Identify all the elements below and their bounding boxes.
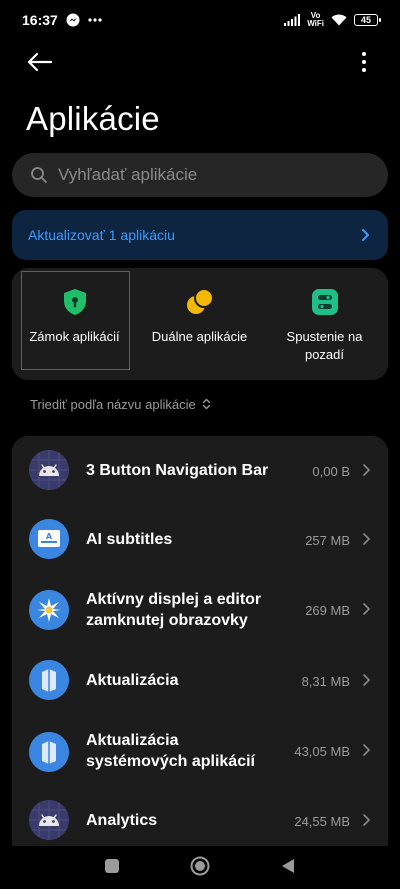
- update-apps-banner[interactable]: Aktualizovať 1 aplikáciu: [12, 210, 388, 260]
- svg-text:A: A: [46, 532, 53, 541]
- lockscreen-icon: [29, 590, 69, 630]
- sort-label: Triediť podľa názvu aplikácie: [30, 396, 196, 412]
- app-name: AI subtitles: [86, 531, 173, 548]
- list-item[interactable]: 3 Button Navigation Bar 0,00 B: [12, 436, 388, 504]
- toolbar: [0, 42, 400, 82]
- battery-icon: 45: [354, 14, 381, 26]
- app-size: 269 MB: [305, 603, 350, 618]
- autostart-icon: [311, 289, 338, 315]
- more-options-icon[interactable]: [356, 48, 372, 76]
- chevron-right-icon: [363, 744, 370, 756]
- highlight-box: [21, 271, 130, 370]
- recents-icon[interactable]: [104, 858, 120, 874]
- app-name: 3 Button Navigation Bar: [86, 462, 269, 479]
- sort-selector[interactable]: Triediť podľa názvu aplikácie: [30, 395, 211, 413]
- sort-arrows-icon: [202, 398, 210, 410]
- chevron-right-icon: [363, 533, 370, 545]
- list-item[interactable]: Aktualizácia 8,31 MB: [12, 648, 388, 716]
- vowifi-indicator: Vo WiFi: [307, 11, 324, 28]
- update-icon: [29, 660, 69, 700]
- list-item[interactable]: Aktualizácia systémových aplikácií 43,05…: [12, 716, 388, 788]
- app-size: 0,00 B: [312, 464, 350, 479]
- autostart-shortcut[interactable]: Spustenie na pozadí: [262, 268, 387, 380]
- search-placeholder: Vyhľadať aplikácie: [58, 165, 198, 184]
- android-icon: [29, 450, 69, 490]
- app-size: 257 MB: [305, 533, 350, 548]
- status-bar: 16:37 Vo WiFi 45: [0, 0, 400, 40]
- home-icon[interactable]: [190, 856, 210, 876]
- search-input[interactable]: Vyhľadať aplikácie: [12, 153, 388, 197]
- android-icon: [29, 800, 69, 840]
- app-size: 8,31 MB: [301, 674, 350, 689]
- dual-apps-label: Duálne aplikácie: [151, 329, 248, 344]
- navigation-bar: [0, 846, 400, 889]
- app-list: 3 Button Navigation Bar 0,00 B A AI subt…: [12, 436, 388, 846]
- signal-icon: [284, 14, 301, 26]
- chevron-right-icon: [362, 229, 369, 241]
- dual-apps-shortcut[interactable]: Duálne aplikácie: [137, 268, 262, 380]
- chevron-right-icon: [363, 603, 370, 615]
- wifi-icon: [331, 14, 347, 26]
- list-item[interactable]: Analytics 24,55 MB: [12, 788, 388, 846]
- app-size: 43,05 MB: [294, 744, 350, 759]
- more-notifications-icon: [88, 18, 102, 22]
- status-time: 16:37: [22, 12, 58, 28]
- app-size: 24,55 MB: [294, 814, 350, 829]
- app-name: Aktívny displej a editor zamknutej obraz…: [86, 591, 262, 629]
- chevron-right-icon: [363, 814, 370, 826]
- back-triangle-icon[interactable]: [280, 858, 296, 874]
- list-item[interactable]: Aktívny displej a editor zamknutej obraz…: [12, 574, 388, 646]
- chevron-right-icon: [363, 674, 370, 686]
- chevron-right-icon: [363, 464, 370, 476]
- system-update-icon: [29, 732, 69, 772]
- app-name: Aktualizácia systémových aplikácií: [86, 732, 255, 770]
- dual-apps-icon: [186, 288, 214, 314]
- messenger-icon: [66, 13, 80, 27]
- back-arrow-icon[interactable]: [24, 50, 54, 74]
- search-icon: [31, 167, 47, 183]
- app-name: Analytics: [86, 812, 158, 829]
- app-name: Aktualizácia: [86, 672, 179, 689]
- update-apps-label: Aktualizovať 1 aplikáciu: [28, 227, 175, 243]
- subtitles-icon: A: [29, 519, 69, 559]
- autostart-label: Spustenie na pozadí: [286, 329, 363, 362]
- list-item[interactable]: A AI subtitles 257 MB: [12, 505, 388, 573]
- page-title: Aplikácie: [26, 100, 160, 137]
